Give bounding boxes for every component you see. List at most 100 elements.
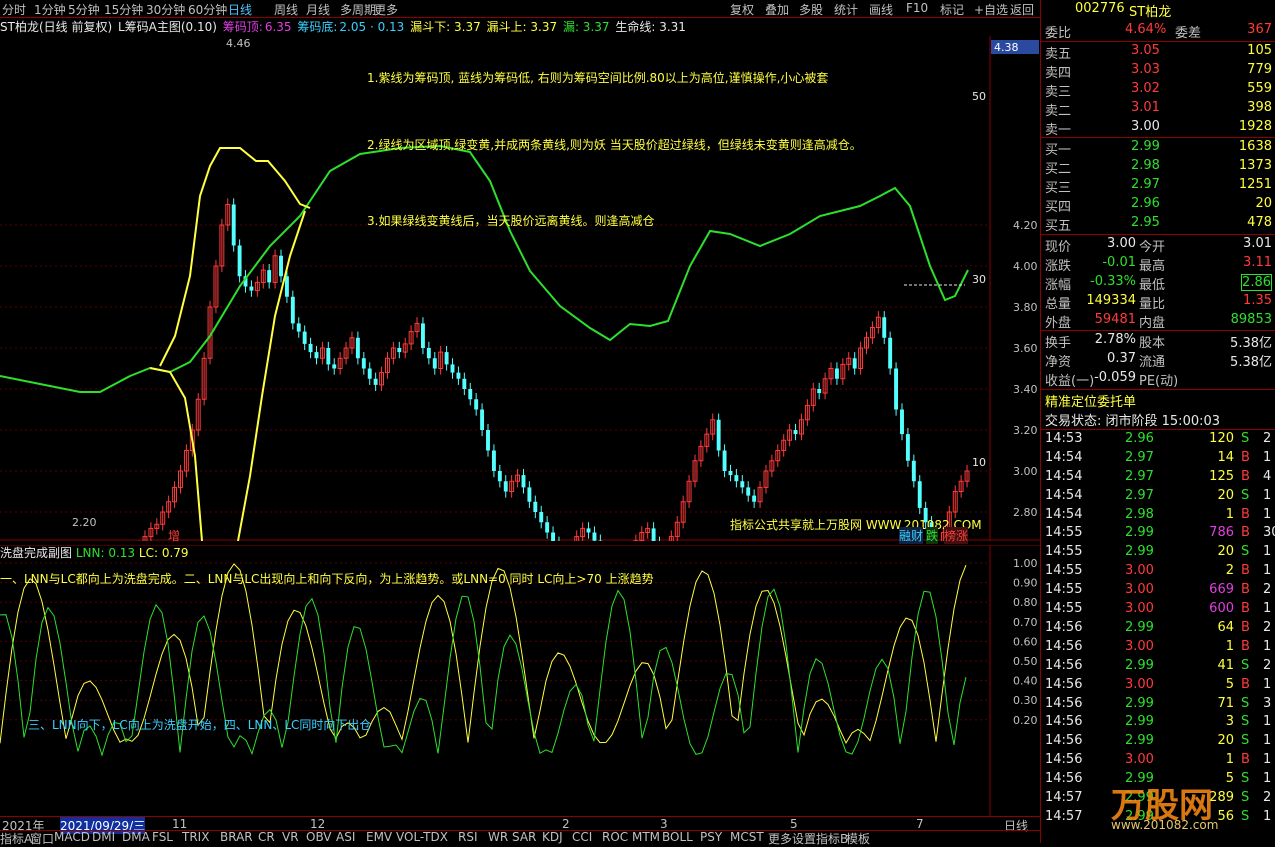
tick-time: 14:56: [1045, 677, 1082, 692]
bid-volume: 1251: [1239, 177, 1272, 192]
indicator-tab[interactable]: WR: [488, 830, 508, 844]
toolbar-button[interactable]: 返回: [1010, 1, 1034, 18]
tick-volume: 669: [1209, 582, 1234, 597]
period-tab[interactable]: 15分钟: [104, 1, 143, 18]
indicator-tab[interactable]: MTM: [632, 830, 660, 844]
divider: [1041, 389, 1275, 390]
period-tab[interactable]: 5分钟: [68, 1, 100, 18]
period-tab[interactable]: 月线: [306, 1, 330, 18]
tick-side: B: [1241, 469, 1250, 484]
tick-count: 4: [1263, 469, 1271, 484]
indicator-tab[interactable]: 更多: [768, 830, 792, 847]
annotation-1: 1.紫线为筹码顶, 蓝线为筹码低, 右则为筹码空间比例.80以上为高位,谨慎操作…: [367, 69, 828, 86]
tick-count: 1: [1263, 488, 1271, 503]
indicator-tab[interactable]: MCST: [730, 830, 764, 844]
main-kline-chart[interactable]: 4.204.003.803.603.403.203.002.802.602.40…: [0, 36, 1040, 541]
price-tick: 4.20: [1013, 219, 1038, 232]
indicator-tab[interactable]: DMA: [122, 830, 150, 844]
toolbar-button[interactable]: F10: [906, 1, 928, 15]
candle-body: [504, 481, 508, 491]
sub-tick: 1.00: [1013, 557, 1038, 570]
indicator-tab[interactable]: SAR: [512, 830, 536, 844]
stock-code: 002776: [1075, 1, 1125, 16]
tick-price: 2.99: [1125, 696, 1154, 711]
indicator-tab[interactable]: DMI: [92, 830, 115, 844]
indicator-tab[interactable]: FSL: [152, 830, 173, 844]
stat-label: 换手: [1045, 332, 1071, 351]
stat-value: 1.35: [1243, 293, 1272, 308]
tick-time: 14:55: [1045, 544, 1082, 559]
leak-up: 漏斗上: 3.37: [487, 20, 558, 34]
indicator-tab[interactable]: CR: [258, 830, 275, 844]
period-tab[interactable]: 60分钟: [188, 1, 227, 18]
period-tab[interactable]: 分时: [2, 1, 26, 18]
candle-body: [888, 338, 892, 369]
tick-side: S: [1241, 790, 1249, 805]
quote-row: 买五2.95478: [1041, 215, 1275, 234]
period-tab[interactable]: 更多: [374, 1, 398, 18]
stat-label: 最低: [1139, 274, 1165, 293]
candle-body: [723, 451, 727, 472]
indicator-tab[interactable]: MACD: [54, 830, 90, 844]
indicator-tab[interactable]: VR: [282, 830, 299, 844]
indicator-tab[interactable]: TRIX: [182, 830, 209, 844]
tick-time: 14:57: [1045, 809, 1082, 824]
indicator-tab[interactable]: 设置: [792, 830, 816, 847]
indicator-tab[interactable]: RSI: [458, 830, 478, 844]
toolbar-button[interactable]: 统计: [834, 1, 858, 18]
indicator-tab[interactable]: ROC: [602, 830, 628, 844]
quote-row: 卖二3.01398: [1041, 100, 1275, 119]
sub-tick: 0.20: [1013, 714, 1038, 727]
period-tab[interactable]: 周线: [274, 1, 298, 18]
badge-zhang[interactable]: 榜涨: [944, 527, 968, 544]
indicator-tab[interactable]: ASI: [336, 830, 355, 844]
ratio-label: 50: [972, 90, 986, 103]
badge-zeng: 增: [168, 527, 180, 544]
tick-side: S: [1241, 771, 1249, 786]
indicator-tab[interactable]: 指标A: [0, 830, 32, 847]
tick-row: 14:553.00600B1: [1041, 601, 1275, 620]
indicator-tab[interactable]: 指标B: [816, 830, 848, 847]
indicator-tab[interactable]: 窗口: [30, 830, 54, 847]
toolbar-button[interactable]: 叠加: [765, 1, 789, 18]
tick-price: 3.00: [1125, 563, 1154, 578]
indicator-tab[interactable]: BRAR: [220, 830, 253, 844]
badge-die[interactable]: 跌: [926, 527, 938, 544]
ask-volume: 1928: [1239, 119, 1272, 134]
indicator-tab[interactable]: CCI: [572, 830, 592, 844]
indicator-tab[interactable]: PSY: [700, 830, 722, 844]
tick-price: 2.99: [1125, 658, 1154, 673]
badge-cai[interactable]: 融财: [899, 527, 923, 544]
period-tab[interactable]: 日线: [228, 1, 252, 18]
indicator-tab[interactable]: BOLL: [662, 830, 693, 844]
tick-row: 14:562.9941S2: [1041, 658, 1275, 677]
toolbar-button[interactable]: 复权: [730, 1, 754, 18]
toolbar-button[interactable]: 标记: [940, 1, 964, 18]
period-tab[interactable]: 30分钟: [146, 1, 185, 18]
tick-count: 1: [1263, 639, 1271, 654]
indicator-tab[interactable]: OBV: [306, 830, 332, 844]
tick-count: 1: [1263, 544, 1271, 559]
indicator-tab[interactable]: KDJ: [542, 830, 563, 844]
bid-price: 2.96: [1131, 196, 1160, 211]
stat-value: 3.00: [1107, 236, 1136, 251]
period-tab[interactable]: 多周期: [340, 1, 376, 18]
period-toolbar: 分时 1分钟5分钟15分钟30分钟60分钟日线 周线月线多周期更多 复权叠加多股统计画…: [0, 0, 1040, 18]
tick-side: S: [1241, 431, 1249, 446]
month-label: 7: [916, 817, 924, 831]
stock-title[interactable]: ST柏龙(日线 前复权): [0, 20, 112, 34]
toolbar-button[interactable]: +自选: [974, 1, 1008, 18]
toolbar-button[interactable]: 多股: [799, 1, 823, 18]
indicator-name[interactable]: L筹码A主图(0.10): [118, 20, 217, 34]
indicator-tab[interactable]: VOL-TDX: [396, 830, 448, 844]
tick-time: 14:54: [1045, 469, 1082, 484]
candle-body: [474, 399, 478, 409]
indicator-tab[interactable]: EMV: [366, 830, 392, 844]
stat-label: 外盘: [1045, 312, 1071, 331]
date-axis: 2021年 2021/09/29/三 日线 11122357: [0, 816, 1040, 831]
period-tab[interactable]: 1分钟: [34, 1, 66, 18]
tick-row: 14:553.00669B2: [1041, 582, 1275, 601]
indicator-tab[interactable]: 模板: [846, 830, 870, 847]
toolbar-button[interactable]: 画线: [869, 1, 893, 18]
quote-row: 现价3.00今开3.01: [1041, 236, 1275, 255]
